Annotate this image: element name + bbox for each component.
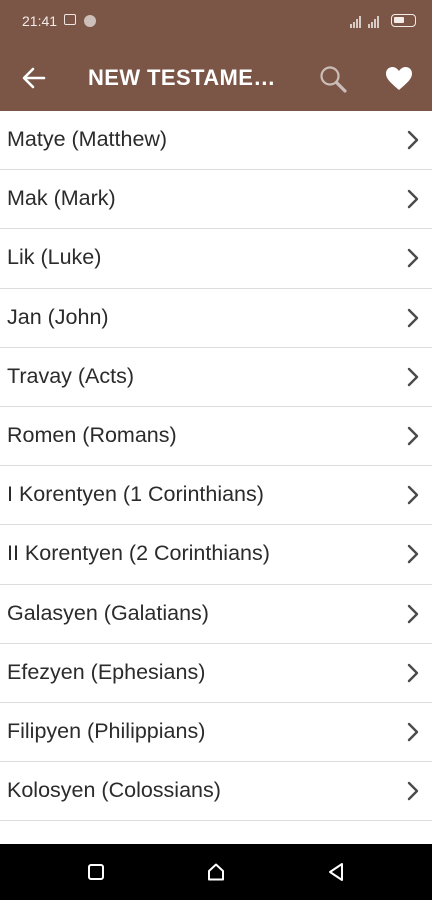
status-bar: 21:41 <box>0 0 432 42</box>
book-list: Matye (Matthew) Mak (Mark) Lik (Luke) Jan (… <box>0 111 432 844</box>
book-label: Efezyen (Ephesians) <box>7 659 206 684</box>
home-icon <box>208 863 224 881</box>
book-label: Mak (Mark) <box>7 186 116 211</box>
notification-dot-icon <box>84 15 96 27</box>
search-button[interactable] <box>314 60 352 98</box>
book-label: II Korentyen (2 Corinthians) <box>7 541 270 566</box>
nav-back-button[interactable] <box>322 858 350 886</box>
chevron-right-icon <box>407 367 419 386</box>
chevron-right-icon <box>407 249 419 268</box>
chevron-right-icon <box>407 426 419 446</box>
book-list-item[interactable]: Jan (John) <box>0 289 432 348</box>
page-title: NEW TESTAME… <box>88 65 276 90</box>
back-button[interactable] <box>16 60 52 96</box>
book-list-item[interactable]: Filipyen (Philippians) <box>0 703 432 763</box>
chevron-right-icon <box>407 663 419 682</box>
favorites-button[interactable] <box>380 60 418 98</box>
search-icon <box>320 66 347 93</box>
book-list-item[interactable]: Galasyen (Galatians) <box>0 585 432 644</box>
chevron-right-icon <box>407 189 419 209</box>
book-label: Galasyen (Galatians) <box>7 600 209 625</box>
book-label: Romen (Romans) <box>7 422 177 447</box>
chevron-right-icon <box>407 604 419 623</box>
book-label: Matye (Matthew) <box>7 127 168 151</box>
chevron-right-icon <box>407 781 419 801</box>
chevron-right-icon <box>407 308 419 327</box>
book-list-item[interactable]: Mak (Mark) <box>0 170 432 230</box>
app-bar: 21:41 NEW TESTAME… <box>0 0 432 111</box>
chevron-right-icon <box>407 545 419 564</box>
battery-icon <box>391 14 416 27</box>
chevron-right-icon <box>407 722 419 742</box>
book-label: I Korentyen (1 Corinthians) <box>7 482 264 507</box>
home-button[interactable] <box>202 858 230 886</box>
recents-button[interactable] <box>82 858 110 886</box>
book-list-item[interactable]: Lik (Luke) <box>0 229 432 289</box>
book-label: Lik (Luke) <box>7 245 102 270</box>
book-label: Travay (Acts) <box>7 363 135 388</box>
book-list-item[interactable]: Efezyen (Ephesians) <box>0 644 432 703</box>
book-label: Filipyen (Philippians) <box>7 718 206 743</box>
square-icon <box>88 864 104 880</box>
system-nav-bar <box>0 844 432 900</box>
book-list-item[interactable]: Matye (Matthew) <box>0 111 432 171</box>
triangle-back-icon <box>329 863 343 881</box>
book-list-item[interactable]: Kolosyen (Colossians) <box>0 762 432 822</box>
book-label: Kolosyen (Colossians) <box>7 778 221 803</box>
book-list-item[interactable]: II Korentyen (2 Corinthians) <box>0 525 432 585</box>
book-list-item[interactable]: Travay (Acts) <box>0 348 432 407</box>
book-label: Jan (John) <box>7 304 109 329</box>
chevron-right-icon <box>407 130 419 150</box>
gallery-notification-icon <box>64 14 76 25</box>
status-time: 21:41 <box>22 13 58 29</box>
signal-icon <box>350 14 361 28</box>
book-list-item[interactable]: Romen (Romans) <box>0 407 432 467</box>
signal-icon-2 <box>368 14 379 28</box>
heart-icon <box>386 67 412 90</box>
chevron-right-icon <box>407 485 419 505</box>
book-list-item[interactable]: I Korentyen (1 Corinthians) <box>0 466 432 526</box>
arrow-left-icon <box>22 67 46 89</box>
